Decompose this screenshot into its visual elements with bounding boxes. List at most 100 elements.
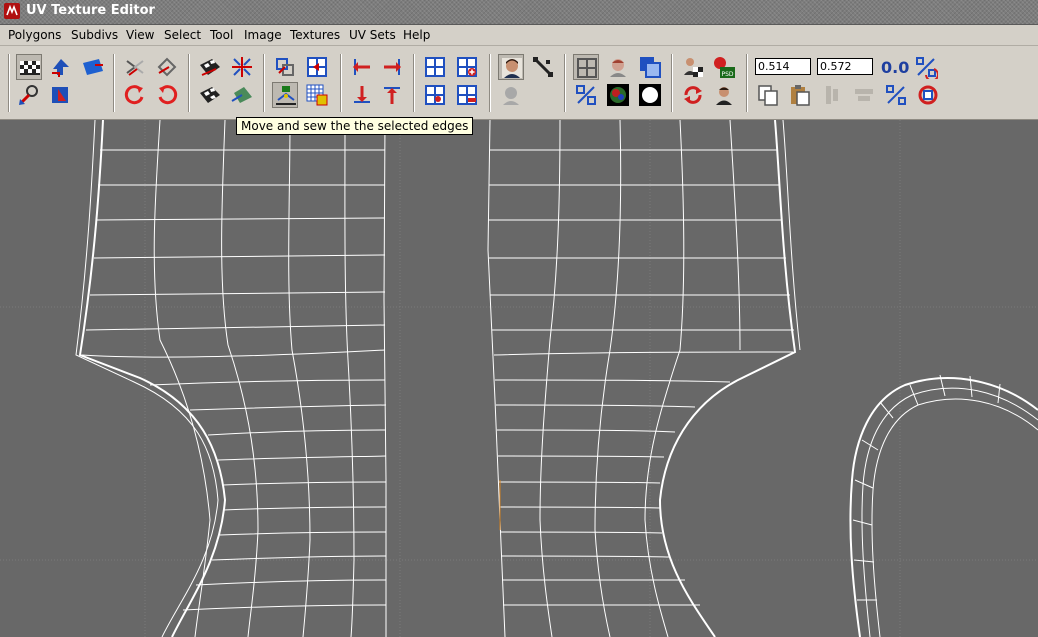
cycle-icon [918,85,938,105]
align-right-edge-button[interactable] [379,54,405,80]
grid-icon [425,57,445,77]
shaded-button[interactable] [605,82,631,108]
face-icon [502,58,522,78]
rotate-cw-icon [158,85,178,105]
percent-button[interactable] [883,82,909,108]
window-title: UV Texture Editor [26,3,155,18]
align-left-edge-button[interactable] [349,54,375,80]
grid-select-button[interactable] [422,82,448,108]
person-icon [684,58,703,77]
percent-filter-button[interactable] [573,82,599,108]
zero-label: 0.0 [881,58,910,77]
toolbar-separator [564,54,566,112]
unfold-button[interactable] [48,82,74,108]
swap-icon [916,57,938,79]
circle-icon [639,84,661,106]
cycle-button[interactable] [915,82,941,108]
menu-polygons[interactable]: Polygons [8,28,61,42]
cut-button[interactable] [122,54,148,80]
menu-subdivs[interactable]: Subdivs [71,28,118,42]
align-right-icon [307,57,327,77]
menu-tool[interactable]: Tool [210,28,233,42]
refresh-button[interactable] [680,82,706,108]
uv-viewport[interactable] [0,120,1038,637]
checker-arrow-icon [200,59,220,76]
grid-snap-button[interactable] [229,82,255,108]
menu-select[interactable]: Select [164,28,201,42]
toolbar-separator [489,54,491,112]
cut-icon [126,60,144,76]
fold-button[interactable] [197,82,223,108]
copy-uvs-button[interactable] [755,82,781,108]
menu-image[interactable]: Image [244,28,282,42]
align-right-button[interactable] [304,54,330,80]
layout-button[interactable] [304,82,330,108]
align-top-button[interactable] [379,82,405,108]
grid-select-icon [425,85,445,105]
grid-remove-button[interactable] [454,82,480,108]
grid-add-button[interactable] [454,54,480,80]
grid-add-icon [457,57,477,77]
rotate-ccw-icon [124,85,144,105]
toolbar-separator [671,54,673,112]
display-image-button[interactable] [605,54,631,80]
refresh-icon [684,86,702,104]
menu-view[interactable]: View [126,28,154,42]
photoshop-icon: PSD [714,57,735,78]
align-right-icon [384,59,401,75]
align-horizontal-button[interactable] [851,82,877,108]
zero-uv-button[interactable]: 0.0 [879,54,909,80]
unfold-icon [52,87,68,103]
flip-v-button[interactable] [80,54,106,80]
grid-button[interactable] [422,54,448,80]
circle-button[interactable] [637,82,663,108]
rotate-ccw-button[interactable] [122,82,148,108]
menu-uv-sets[interactable]: UV Sets [349,28,396,42]
grid-remove-icon [457,85,477,105]
checker-person-button[interactable] [680,54,706,80]
checker-display-button[interactable] [16,54,42,80]
paste-uvs-icon [791,85,810,106]
toolbar-separator [113,54,115,112]
flip-u-button[interactable] [48,54,74,80]
face-gray-button[interactable] [498,82,524,108]
shaded-icon [607,84,629,106]
align-left-button[interactable] [272,54,298,80]
v-value-field[interactable] [817,58,873,75]
copy-display-button[interactable] [637,54,663,80]
move-sew-button[interactable] [272,82,298,108]
toolbar: PSD 0.0 [0,46,1038,120]
person-button[interactable] [711,82,737,108]
sew-icon [157,57,177,77]
swap-button[interactable] [913,54,939,80]
paste-uvs-button[interactable] [787,82,813,108]
align-bottom-icon [354,86,370,103]
checker-arrow-button[interactable] [197,54,223,80]
menu-textures[interactable]: Textures [290,28,340,42]
align-vertical-button[interactable] [819,82,845,108]
checker-display-icon [20,61,40,75]
toolbar-separator [746,54,748,112]
tooltip: Move and sew the the selected edges [236,117,474,135]
toolbar-separator [413,54,415,112]
toggle-grid-button[interactable] [573,54,599,80]
sew-button[interactable] [154,54,180,80]
display-icon [610,59,626,77]
pin-icon [19,85,38,105]
uv-canvas[interactable] [0,120,1038,637]
menu-help[interactable]: Help [403,28,430,42]
toggle-grid-icon [577,58,597,78]
u-value-field[interactable] [755,58,811,75]
face-gray-icon [503,87,519,105]
align-left-icon [276,58,294,76]
pin-button[interactable] [16,82,42,108]
rotate-cw-button[interactable] [154,82,180,108]
title-bar[interactable]: UV Texture Editor [0,0,1038,25]
diagonal-button[interactable] [530,54,556,80]
face-button[interactable] [498,54,524,80]
checker-scale-button[interactable] [229,54,255,80]
toolbar-separator [8,54,10,112]
photoshop-button[interactable]: PSD [711,54,737,80]
checker-scale-icon [232,57,252,77]
align-bottom-button[interactable] [349,82,375,108]
